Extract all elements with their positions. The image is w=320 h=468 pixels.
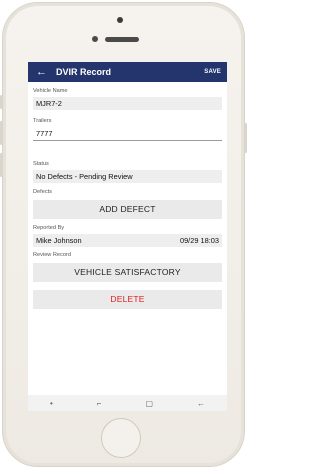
app-bar: ← DVIR Record SAVE (28, 62, 227, 82)
earpiece-speaker (105, 37, 139, 42)
add-defect-button[interactable]: ADD DEFECT (33, 200, 222, 219)
vehicle-name-field[interactable]: MJR7-2 (33, 97, 222, 110)
reporter-name: Mike Johnson (36, 236, 82, 245)
page-title: DVIR Record (56, 67, 112, 77)
volume-down-button (0, 153, 3, 177)
proximity-sensor (117, 17, 123, 23)
status-value: No Defects - Pending Review (33, 170, 222, 183)
trailers-label: Trailers (33, 118, 52, 124)
recents-icon[interactable]: ⌐ (97, 399, 102, 408)
front-camera (92, 36, 98, 42)
home-square-icon[interactable]: ▢ (145, 399, 153, 408)
defects-label: Defects (33, 189, 52, 195)
delete-button[interactable]: DELETE (33, 290, 222, 309)
volume-up-button (0, 121, 3, 145)
reported-by-row: Mike Johnson 09/29 18:03 (33, 234, 222, 247)
app-screen: ← DVIR Record SAVE Vehicle Name MJR7-2 T… (28, 62, 227, 411)
form: Vehicle Name MJR7-2 Trailers 7777 Status… (28, 88, 227, 309)
vehicle-name-label: Vehicle Name (33, 88, 68, 94)
home-button[interactable] (101, 418, 141, 458)
nav-dot-icon[interactable]: • (50, 399, 53, 408)
back-arrow-icon[interactable]: ← (36, 66, 54, 78)
mute-switch (0, 95, 3, 109)
report-date: 09/29 18:03 (179, 236, 219, 245)
reported-by-label: Reported By (33, 225, 65, 231)
status-label: Status (33, 161, 49, 167)
review-record-label: Review Record (33, 252, 71, 258)
nav-back-icon[interactable]: ← (197, 399, 205, 408)
save-button[interactable]: SAVE (204, 69, 221, 75)
trailers-field[interactable]: 7777 (33, 127, 222, 141)
vehicle-satisfactory-button[interactable]: VEHICLE SATISFACTORY (33, 263, 222, 282)
power-button (244, 123, 247, 153)
android-nav-bar: • ⌐ ▢ ← (28, 395, 227, 411)
